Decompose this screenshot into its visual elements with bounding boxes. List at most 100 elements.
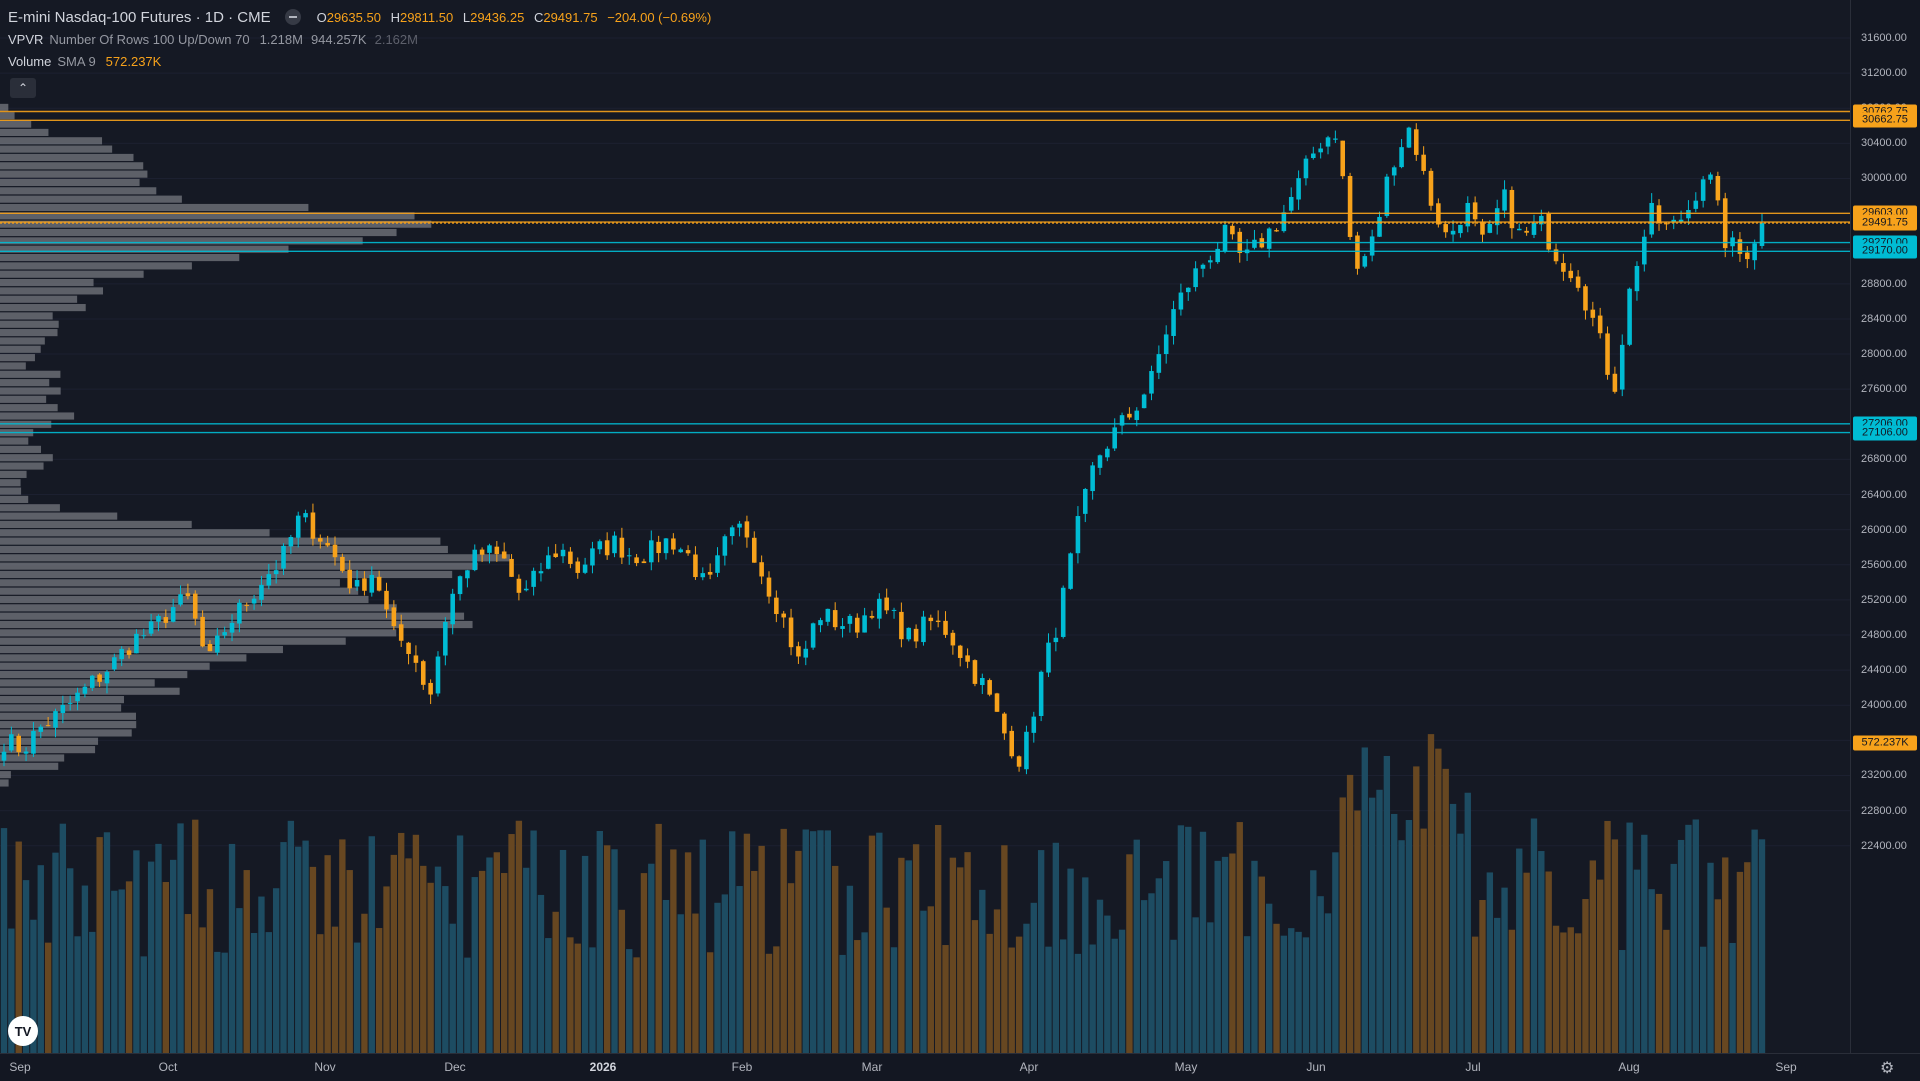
candle-body (1546, 213, 1551, 250)
price-chart[interactable] (0, 0, 1850, 1053)
candle-body (406, 642, 411, 654)
volume-bar (1516, 848, 1523, 1053)
volume-profile-row (0, 595, 369, 604)
candle-body (1046, 642, 1051, 673)
volume-bar (1552, 925, 1560, 1053)
volume-profile-row (0, 529, 270, 537)
price-tick-label: 31600.00 (1861, 32, 1907, 44)
candle-body (1406, 127, 1412, 148)
chart-settings-button[interactable]: ⚙ (1880, 1058, 1894, 1078)
volume-bar (1545, 871, 1552, 1053)
candle-body (362, 578, 367, 591)
candle-body (1487, 223, 1493, 233)
volume-bar (530, 830, 537, 1053)
volume-bar (1023, 923, 1030, 1053)
candle-body (1686, 210, 1691, 219)
volume-bar (147, 861, 155, 1053)
time-axis[interactable]: Sep Oct Nov Dec 2026 Feb Mar Apr May Jun Jul Aug Sep (0, 1053, 1920, 1081)
volume-bar (1067, 868, 1074, 1053)
volume-bar (280, 842, 287, 1053)
candle-body (1222, 224, 1228, 252)
candle-body (104, 671, 110, 684)
symbol-title[interactable]: E-mini Nasdaq-100 Futures · 1D · CME (8, 9, 271, 26)
volume-bar (1199, 831, 1207, 1053)
chart-pane[interactable]: E-mini Nasdaq-100 Futures · 1D · CME O29… (0, 0, 1850, 1053)
time-tick-label: Mar (861, 1060, 883, 1074)
volume-bar (611, 849, 618, 1053)
volume-profile-row (0, 120, 32, 128)
candle-body (450, 593, 455, 625)
volume-legend-row[interactable]: Volume SMA 9 572.237K (8, 50, 711, 72)
volume-bar (567, 937, 574, 1053)
volume-bar (934, 825, 942, 1053)
candle-body (884, 597, 889, 611)
volume-bar (596, 831, 603, 1053)
candle-body (207, 643, 213, 652)
candle-body (229, 622, 235, 633)
volume-bar (1045, 946, 1052, 1053)
vpvr-legend-row[interactable]: VPVR Number Of Rows 100 Up/Down 70 1.218… (8, 28, 711, 50)
price-axis[interactable]: 31600.0031200.0030800.0030400.0030000.00… (1850, 0, 1920, 1053)
volume-bar (140, 956, 147, 1053)
volume-profile-row (0, 662, 210, 670)
candle-body (178, 594, 183, 605)
volume-profile-row (0, 287, 104, 295)
volume-bar (1170, 939, 1177, 1053)
volume-bar (1207, 922, 1214, 1053)
candle-body (303, 513, 308, 518)
candle-body (1134, 410, 1140, 421)
volume-profile-row (0, 712, 137, 720)
candle-body (222, 632, 227, 636)
volume-bar (780, 828, 787, 1053)
candle-body (112, 657, 117, 670)
candle-body (1009, 730, 1015, 757)
volume-bar (839, 954, 846, 1053)
volume-profile-row (0, 187, 157, 195)
volume-bar (1346, 774, 1354, 1053)
candle-body (413, 655, 419, 663)
price-tick-label: 24000.00 (1861, 699, 1907, 712)
volume-bar (383, 886, 390, 1053)
volume-bar (287, 820, 295, 1053)
volume-bar (170, 859, 177, 1053)
volume-bar (412, 834, 420, 1053)
candle-body (1443, 224, 1448, 233)
volume-bar (537, 894, 545, 1053)
candle-body (1575, 276, 1581, 288)
candle-body (1163, 334, 1169, 355)
volume-bar (1060, 939, 1067, 1053)
price-tick-label: 30400.00 (1861, 137, 1907, 150)
volume-bar (515, 820, 523, 1053)
candle-body (435, 656, 441, 694)
candle-body (972, 660, 978, 684)
volume-bar (1037, 850, 1045, 1053)
candle-body (60, 705, 66, 714)
candle-body (678, 549, 683, 553)
tradingview-logo[interactable]: TV (8, 1016, 38, 1046)
open-value: 29635.50 (326, 9, 381, 25)
candle-body (1605, 333, 1610, 375)
volume-bar (89, 931, 96, 1053)
volume-bar (1243, 936, 1251, 1053)
volume-bar (1030, 902, 1037, 1053)
visibility-eye-icon[interactable] (284, 9, 301, 25)
vpvr-name[interactable]: VPVR (8, 32, 43, 47)
candle-body (192, 593, 198, 619)
volume-profile-row (0, 345, 41, 353)
volume-bar (1471, 936, 1479, 1053)
collapse-legend-button[interactable]: ⌃ (10, 78, 36, 98)
volume-bar (949, 857, 957, 1053)
symbol-legend-row: E-mini Nasdaq-100 Futures · 1D · CME O29… (8, 6, 711, 28)
candle-body (391, 607, 397, 627)
candle-body (965, 655, 970, 662)
volume-name[interactable]: Volume (8, 54, 51, 69)
candle-body (1649, 202, 1654, 235)
candle-body (369, 574, 375, 593)
candle-body (45, 725, 51, 727)
volume-bar (1118, 929, 1126, 1053)
candle-body (612, 535, 617, 554)
price-tick-label: 26000.00 (1861, 523, 1907, 536)
volume-bar (398, 832, 405, 1053)
volume-bar (456, 835, 464, 1053)
time-tick-label: Apr (1019, 1060, 1039, 1074)
